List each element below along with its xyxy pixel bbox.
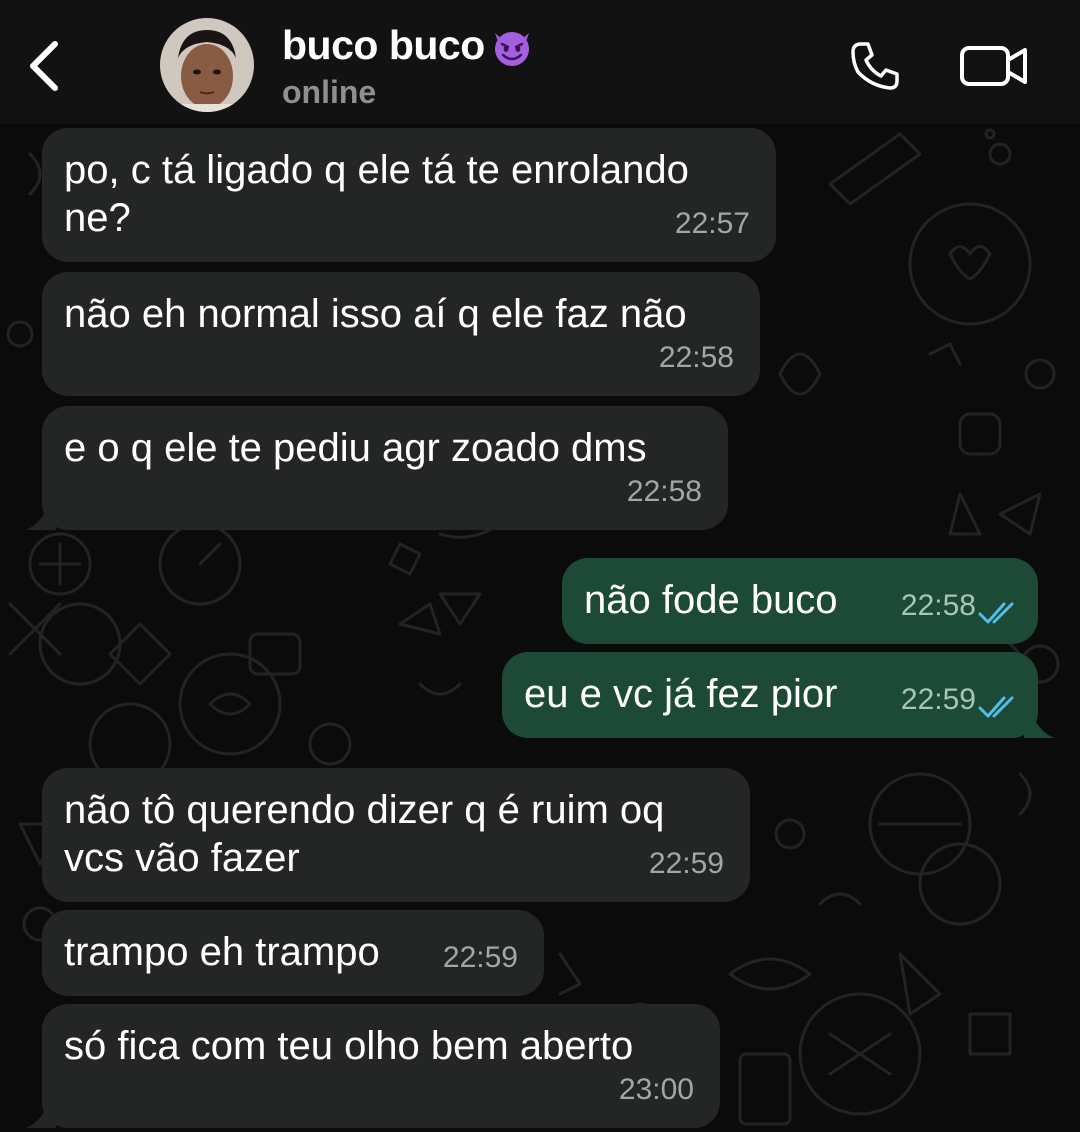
contact-status: online — [282, 74, 377, 110]
message-text: e o q ele te pediu agr zoado dms — [64, 426, 647, 470]
chevron-left-icon — [30, 41, 58, 91]
message-bubble-incoming[interactable]: não eh normal isso aí q ele faz não 22:5… — [42, 272, 760, 396]
message-time: 23:00 — [618, 1073, 694, 1106]
message-bubble-outgoing[interactable]: eu e vc já fez pior 22:59 — [502, 652, 1038, 738]
message-time: 22:58 — [626, 475, 702, 508]
double-check-read-icon — [978, 696, 1014, 718]
message-time: 22:57 — [674, 207, 750, 240]
message-bubble-incoming[interactable]: não tô querendo dizer q é ruim oq vcs vã… — [42, 768, 750, 902]
message-bubble-incoming[interactable]: e o q ele te pediu agr zoado dms 22:58 — [42, 406, 728, 530]
contact-avatar[interactable] — [160, 18, 254, 112]
smiling-devil-emoji-icon — [494, 31, 529, 66]
message-bubble-incoming[interactable]: só fica com teu olho bem aberto 23:00 — [42, 1004, 720, 1128]
phone-icon — [851, 42, 899, 90]
message-time: 22:59 — [442, 941, 518, 974]
bubble-tail — [1024, 710, 1054, 738]
message-bubble-outgoing[interactable]: não fode buco 22:58 — [562, 558, 1038, 644]
message-text: po, c tá ligado q ele tá te enrolando ne… — [64, 148, 689, 240]
voice-call-button[interactable] — [840, 34, 910, 98]
contact-name[interactable]: buco buco — [282, 22, 535, 69]
bubble-tail — [26, 502, 56, 530]
chat-area[interactable]: po, c tá ligado q ele tá te enrolando ne… — [0, 124, 1080, 1132]
contact-name-text: buco buco — [282, 22, 485, 68]
message-time: 22:59 — [900, 683, 976, 716]
message-bubble-incoming[interactable]: trampo eh trampo 22:59 — [42, 910, 544, 996]
message-text: não tô querendo dizer q é ruim oq vcs vã… — [64, 788, 665, 880]
bubble-tail — [26, 1100, 56, 1128]
video-call-button[interactable] — [952, 36, 1036, 96]
message-time: 22:58 — [658, 341, 734, 374]
chat-header: buco buco online — [0, 0, 1080, 124]
video-camera-icon — [960, 46, 1027, 86]
message-time: 22:58 — [900, 589, 976, 622]
message-text: só fica com teu olho bem aberto — [64, 1024, 634, 1068]
double-check-read-icon — [978, 602, 1014, 624]
message-time: 22:59 — [648, 847, 724, 880]
back-button[interactable] — [18, 38, 68, 94]
message-text: não eh normal isso aí q ele faz não — [64, 292, 687, 336]
message-bubble-incoming[interactable]: po, c tá ligado q ele tá te enrolando ne… — [42, 128, 776, 262]
